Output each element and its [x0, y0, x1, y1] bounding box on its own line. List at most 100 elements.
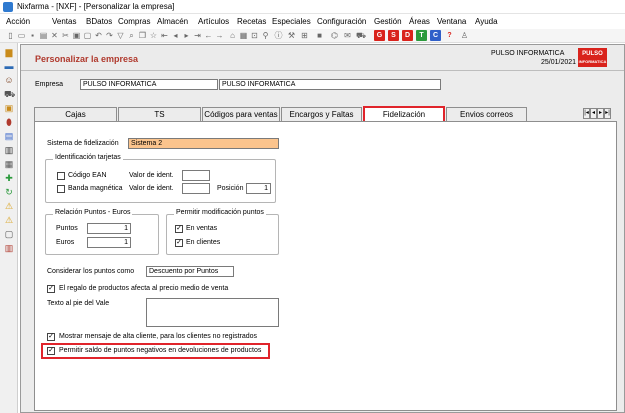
print-icon[interactable]: ▤ — [39, 31, 48, 40]
sidebar-list-icon[interactable]: ▤ — [4, 131, 14, 141]
en-clientes-label: En clientes — [186, 239, 221, 246]
logo-top-text: PULSO — [582, 51, 603, 57]
c-button-icon[interactable]: C — [430, 30, 441, 41]
sidebar-cart-icon[interactable]: ⛟ — [4, 89, 15, 99]
tab-last-button[interactable]: ▸| — [604, 108, 611, 119]
mensaje-checkbox[interactable]: ✓ — [47, 333, 55, 341]
en-ventas-checkbox[interactable]: ✓ — [175, 225, 183, 233]
menu-configuracion[interactable]: Configuración — [317, 17, 366, 26]
menu-areas[interactable]: Áreas — [409, 17, 430, 26]
sidebar-person-icon[interactable]: ☺ — [4, 75, 14, 85]
undo-icon[interactable]: ↶ — [94, 31, 103, 40]
t-button-icon[interactable]: T — [416, 30, 427, 41]
prev-icon[interactable]: ◂ — [171, 31, 180, 40]
left-sidebar: ▆ ▬ ☺ ⛟ ▣ ⬮ ▤ ▥ ▦ ✚ ↻ ⚠ ⚠ ▢ ▥ — [0, 43, 18, 413]
sistema-field[interactable]: Sistema 2 — [128, 138, 279, 149]
bookmark-icon[interactable]: ❐ — [138, 31, 147, 40]
banda-checkbox[interactable] — [57, 185, 65, 193]
menu-ayuda[interactable]: Ayuda — [475, 17, 498, 26]
d-button-icon[interactable]: D — [402, 30, 413, 41]
home-icon[interactable]: ⌂ — [228, 31, 237, 40]
info-icon[interactable]: ⓘ — [274, 31, 283, 40]
sidebar-doc-icon[interactable]: ▢ — [4, 229, 14, 239]
filter-icon[interactable]: ▽ — [116, 31, 125, 40]
relacion-title: Relación Puntos - Euros — [53, 209, 133, 216]
mail-icon[interactable]: ✉ — [343, 31, 352, 40]
sidebar-box-icon[interactable]: ▣ — [4, 103, 14, 113]
tab-envios[interactable]: Envios correos — [446, 107, 527, 121]
open-icon[interactable]: ▭ — [17, 31, 26, 40]
menu-recetas[interactable]: Recetas — [237, 17, 266, 26]
sidebar-refresh-icon[interactable]: ↻ — [4, 187, 14, 197]
menu-bdatos[interactable]: BDatos — [86, 17, 112, 26]
search-icon[interactable]: ⌕ — [127, 31, 136, 40]
person-icon[interactable]: ♙ — [460, 31, 469, 40]
menu-ventas[interactable]: Ventas — [52, 17, 76, 26]
g-button-icon[interactable]: G — [374, 30, 385, 41]
en-clientes-checkbox[interactable]: ✓ — [175, 239, 183, 247]
redo-icon[interactable]: ↷ — [105, 31, 114, 40]
tab-codigos[interactable]: Códigos para ventas — [202, 107, 280, 121]
sidebar-alert-icon[interactable]: ⚠ — [4, 215, 14, 225]
tab-next-button[interactable]: ▸ — [597, 108, 604, 119]
sidebar-cash-icon[interactable]: ▆ — [4, 47, 14, 57]
empresa-code-field[interactable]: PULSO INFORMATICA — [80, 79, 218, 90]
copy-icon[interactable]: ▣ — [72, 31, 81, 40]
menu-articulos[interactable]: Artículos — [198, 17, 229, 26]
arrow-left-icon[interactable]: ← — [204, 31, 213, 40]
valor-ident-field-2[interactable] — [182, 183, 210, 194]
delete-icon[interactable]: ✕ — [50, 31, 59, 40]
euros-field[interactable]: 1 — [87, 237, 131, 248]
save-icon[interactable]: ▪ — [28, 31, 37, 40]
tab-encargos[interactable]: Encargos y Faltas — [281, 107, 362, 121]
regalo-checkbox[interactable]: ✓ — [47, 285, 55, 293]
pin-icon[interactable]: ⚲ — [261, 31, 270, 40]
sidebar-pill-icon[interactable]: ⬮ — [4, 117, 14, 127]
menu-gestion[interactable]: Gestión — [374, 17, 402, 26]
empresa-name-field[interactable]: PULSO INFORMATICA — [219, 79, 441, 90]
negativos-checkbox[interactable]: ✓ — [47, 347, 55, 355]
tab-first-button[interactable]: |◂ — [583, 108, 590, 119]
star-icon[interactable]: ☆ — [149, 31, 158, 40]
first-icon[interactable]: ⇤ — [160, 31, 169, 40]
valor-ident-field-1[interactable] — [182, 170, 210, 181]
regalo-label: El regalo de productos afecta al precio … — [59, 285, 229, 292]
calc-icon[interactable]: ▦ — [239, 31, 248, 40]
ean-checkbox[interactable] — [57, 172, 65, 180]
sidebar-table-icon[interactable]: ▦ — [4, 159, 14, 169]
banda-label: Banda magnética — [68, 185, 123, 192]
sidebar-cross-icon[interactable]: ✚ — [4, 173, 14, 183]
tab-fidelizacion[interactable]: Fidelización — [363, 106, 445, 122]
menu-ventana[interactable]: Ventana — [437, 17, 466, 26]
next-icon[interactable]: ▸ — [182, 31, 191, 40]
menu-almacen[interactable]: Almacén — [157, 17, 188, 26]
menu-especiales[interactable]: Especiales — [272, 17, 311, 26]
arrow-right-icon[interactable]: → — [215, 31, 224, 40]
posicion-field[interactable]: 1 — [246, 183, 271, 194]
sidebar-warning-icon[interactable]: ⚠ — [4, 201, 14, 211]
menu-accion[interactable]: Acción — [6, 17, 30, 26]
texto-textarea[interactable] — [146, 298, 279, 327]
tab-cajas[interactable]: Cajas — [34, 107, 117, 121]
tools-icon[interactable]: ⚒ — [287, 31, 296, 40]
network-icon[interactable]: ⌬ — [330, 31, 339, 40]
sidebar-barcode-icon[interactable]: ▥ — [4, 243, 14, 253]
sidebar-card-icon[interactable]: ▬ — [4, 61, 14, 71]
considerar-field[interactable]: Descuento por Puntos — [146, 266, 234, 277]
sidebar-print-icon[interactable]: ▥ — [4, 145, 14, 155]
tab-prev-button[interactable]: ◂ — [590, 108, 597, 119]
menu-compras[interactable]: Compras — [118, 17, 150, 26]
cut-icon[interactable]: ✂ — [61, 31, 70, 40]
grid-icon[interactable]: ⊞ — [300, 31, 309, 40]
main-window: Personalizar la empresa PULSO INFORMATIC… — [20, 44, 625, 413]
s-button-icon[interactable]: S — [388, 30, 399, 41]
help-icon[interactable]: ? — [444, 30, 455, 41]
lock-icon[interactable]: ⊡ — [250, 31, 259, 40]
last-icon[interactable]: ⇥ — [193, 31, 202, 40]
cart-icon[interactable]: ⛟ — [356, 31, 366, 40]
stop-icon[interactable]: ■ — [315, 31, 324, 40]
document-icon[interactable]: ▯ — [6, 31, 15, 40]
tab-ts[interactable]: TS — [118, 107, 201, 121]
puntos-field[interactable]: 1 — [87, 223, 131, 234]
paste-icon[interactable]: ▢ — [83, 31, 92, 40]
